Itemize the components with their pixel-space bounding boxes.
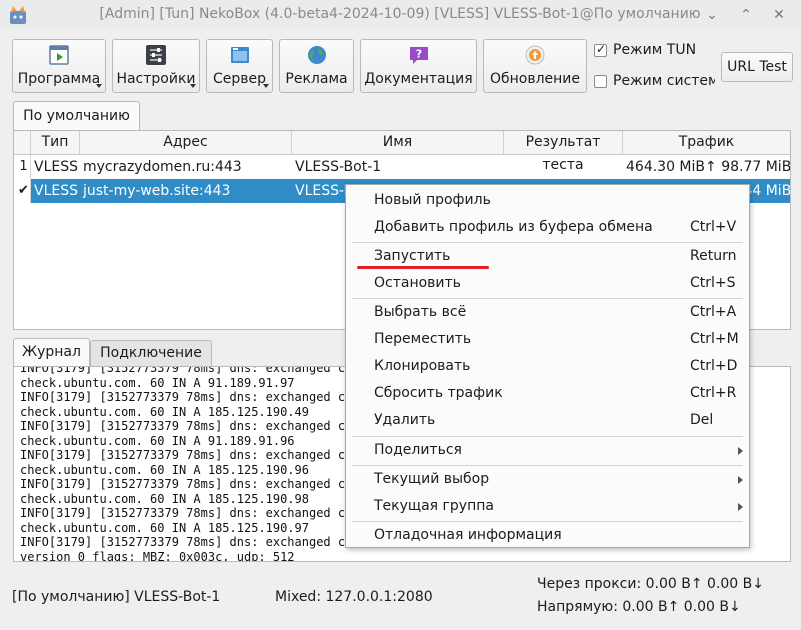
menu-item-clone[interactable]: Клонировать Ctrl+D bbox=[346, 353, 749, 380]
update-icon bbox=[525, 45, 545, 65]
menu-item-select-all[interactable]: Выбрать всё Ctrl+A bbox=[346, 299, 749, 326]
tab-default-group[interactable]: По умолчанию bbox=[13, 101, 140, 130]
column-header-name[interactable]: Имя bbox=[292, 131, 504, 155]
tun-mode-checkbox[interactable] bbox=[594, 42, 607, 57]
cell-name: VLESS-Bot-1 bbox=[295, 159, 382, 175]
sliders-icon bbox=[146, 45, 166, 65]
menu-item-add-from-clipboard[interactable]: Добавить профиль из буфера обмена Ctrl+V bbox=[346, 214, 749, 241]
column-header-test-result[interactable]: Результат теста bbox=[504, 131, 623, 173]
cell-type: VLESS bbox=[34, 183, 78, 199]
menu-item-delete[interactable]: Удалить Del bbox=[346, 407, 749, 434]
submenu-arrow-icon bbox=[738, 447, 743, 455]
tab-log[interactable]: Журнал bbox=[13, 338, 90, 366]
cell-address: mycrazydomen.ru:443 bbox=[83, 159, 242, 175]
tab-connections[interactable]: Подключение bbox=[90, 340, 212, 366]
tun-mode-label: Режим TUN bbox=[613, 42, 697, 58]
globe-icon bbox=[307, 46, 326, 64]
status-mixed-port: Mixed: 127.0.0.1:2080 bbox=[275, 589, 433, 605]
docs-label: Документация bbox=[364, 71, 473, 87]
program-icon bbox=[49, 45, 69, 65]
status-proxy-traffic: Через прокси: 0.00 B↑ 0.00 B↓ bbox=[537, 576, 764, 592]
menu-item-current-group[interactable]: Текущая группа bbox=[346, 493, 749, 520]
update-button[interactable]: Обновление bbox=[483, 39, 587, 93]
submenu-arrow-icon bbox=[738, 476, 743, 484]
menu-item-current-selection[interactable]: Текущий выбор bbox=[346, 466, 749, 493]
svg-text:?: ? bbox=[415, 48, 421, 61]
column-header-type[interactable]: Тип bbox=[31, 131, 80, 155]
help-icon: ? bbox=[409, 47, 428, 64]
status-direct-traffic: Напрямую: 0.00 B↑ 0.00 B↓ bbox=[537, 599, 741, 615]
docs-button[interactable]: ? Документация bbox=[360, 39, 477, 93]
menu-item-stop[interactable]: Остановить Ctrl+S bbox=[346, 270, 749, 297]
menu-item-move[interactable]: Переместить Ctrl+M bbox=[346, 326, 749, 353]
program-button[interactable]: Программа bbox=[12, 39, 106, 93]
row-marker: 1 bbox=[14, 155, 31, 179]
column-header-address[interactable]: Адрес bbox=[80, 131, 292, 155]
menu-item-new-profile[interactable]: Новый профиль bbox=[346, 187, 749, 214]
chevron-down-icon bbox=[96, 84, 102, 88]
cell-address: just-my-web.site:443 bbox=[83, 183, 231, 199]
update-label: Обновление bbox=[489, 71, 581, 87]
annotation-underline bbox=[357, 266, 489, 269]
active-profile-check-icon: ✔ bbox=[14, 179, 31, 203]
cell-test-result bbox=[504, 155, 623, 179]
context-menu: Новый профиль Добавить профиль из буфера… bbox=[345, 184, 750, 548]
url-test-button[interactable]: URL Test bbox=[721, 52, 793, 82]
title-bar: [Admin] [Tun] NekoBox (4.0-beta4-2024-10… bbox=[0, 0, 801, 30]
window-title: [Admin] [Tun] NekoBox (4.0-beta4-2024-10… bbox=[99, 6, 701, 22]
close-icon[interactable]: ✕ bbox=[770, 6, 788, 24]
menu-item-debug-info[interactable]: Отладочная информация bbox=[346, 522, 749, 549]
cell-type: VLESS bbox=[34, 159, 78, 175]
submenu-arrow-icon bbox=[738, 503, 743, 511]
column-header-traffic[interactable]: Трафик bbox=[623, 131, 790, 155]
ads-label: Реклама bbox=[285, 71, 348, 87]
menu-item-reset-traffic[interactable]: Сбросить трафик Ctrl+R bbox=[346, 380, 749, 407]
server-window-icon bbox=[230, 47, 249, 63]
minimize-icon[interactable]: ⌄ bbox=[703, 6, 721, 24]
system-proxy-label: Режим системн bbox=[613, 73, 715, 89]
nekobox-app-icon bbox=[10, 6, 26, 24]
cell-traffic: 464.30 MiB↑ 98.77 MiB↓ bbox=[626, 159, 790, 175]
status-current-profile: [По умолчанию] VLESS-Bot-1 bbox=[12, 589, 221, 605]
table-row[interactable]: 1 VLESS mycrazydomen.ru:443 VLESS-Bot-1 … bbox=[14, 155, 790, 179]
system-proxy-checkbox[interactable] bbox=[594, 75, 607, 88]
table-corner bbox=[14, 131, 31, 155]
menu-item-share[interactable]: Поделиться bbox=[346, 437, 749, 464]
chevron-down-icon bbox=[190, 84, 196, 88]
chevron-down-icon bbox=[263, 84, 269, 88]
server-button[interactable]: Сервер bbox=[206, 39, 273, 93]
maximize-icon[interactable]: ⌃ bbox=[737, 6, 755, 24]
settings-label: Настройки bbox=[116, 71, 196, 87]
program-label: Программа bbox=[17, 71, 101, 87]
settings-button[interactable]: Настройки bbox=[112, 39, 200, 93]
ads-button[interactable]: Реклама bbox=[279, 39, 354, 93]
